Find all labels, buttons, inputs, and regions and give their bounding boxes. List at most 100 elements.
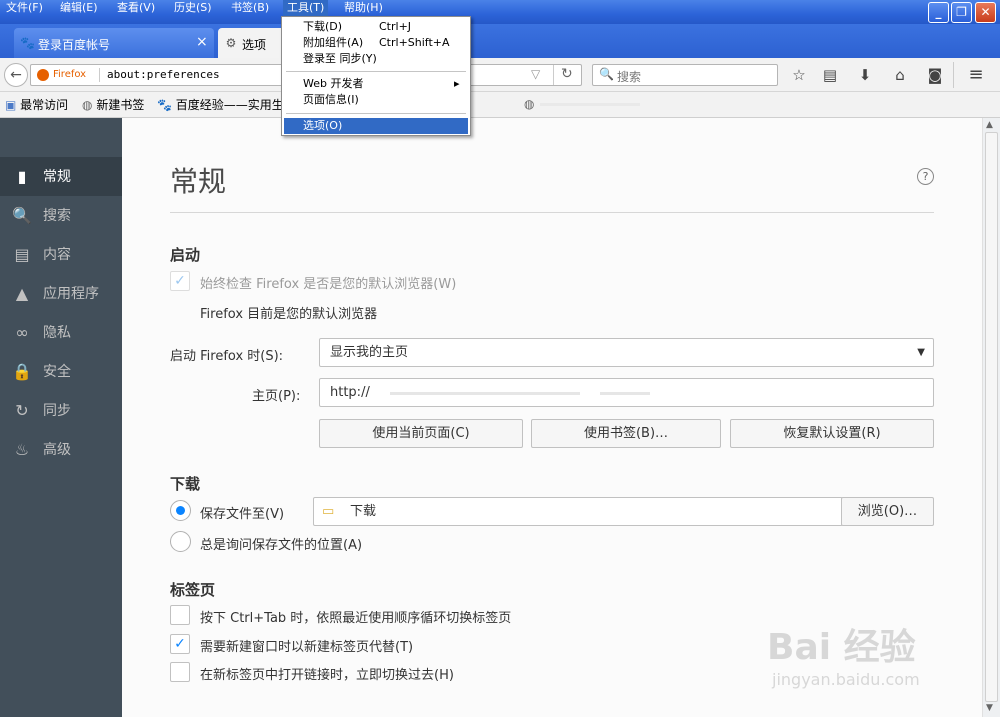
- menuitem-label: 选项(O): [303, 119, 343, 132]
- category-privacy[interactable]: ∞ 隐私: [0, 313, 122, 352]
- category-general[interactable]: ▮ 常规: [0, 157, 122, 196]
- menu-history[interactable]: 历史(S): [170, 0, 216, 16]
- hamburger-menu-icon[interactable]: ≡: [964, 64, 988, 86]
- bookmark-most-visited[interactable]: ▣ 最常访问: [5, 97, 68, 113]
- menu-view[interactable]: 查看(V): [113, 0, 159, 16]
- reading-list-icon[interactable]: ▤: [818, 64, 842, 86]
- homepage-label: 主页(P):: [252, 389, 301, 404]
- magnifier-icon: 🔍: [599, 67, 614, 81]
- menuitem-page-info[interactable]: 页面信息(I): [284, 92, 468, 108]
- menu-bookmarks[interactable]: 书签(B): [227, 0, 273, 16]
- tab-title: 登录百度帐号: [38, 38, 111, 52]
- bookmark-baidu-jingyan[interactable]: 🐾 百度经验——实用生: [157, 97, 284, 113]
- bookmark-label: 新建书签: [96, 98, 145, 112]
- dropdown-arrow-icon[interactable]: ▽: [531, 67, 540, 81]
- menu-file[interactable]: 文件(F): [2, 0, 47, 16]
- menu-help[interactable]: 帮助(H): [340, 0, 387, 16]
- advanced-icon: ♨: [14, 440, 30, 459]
- download-folder-field[interactable]: ▭ 下载: [313, 497, 843, 526]
- category-advanced[interactable]: ♨ 高级: [0, 430, 122, 469]
- search-icon: 🔍: [12, 206, 32, 225]
- menuitem-label: 登录至 同步(Y): [303, 52, 377, 65]
- download-arrow-icon[interactable]: ⬇: [853, 64, 877, 86]
- search-bar[interactable]: 🔍 搜索: [592, 64, 778, 86]
- baidu-paw-icon: 🐾: [20, 36, 35, 50]
- use-bookmark-button[interactable]: 使用书签(B)…: [531, 419, 721, 448]
- category-label: 高级: [43, 442, 71, 458]
- privacy-mask-icon: ∞: [15, 323, 29, 342]
- category-applications[interactable]: ▲ 应用程序: [0, 274, 122, 313]
- vertical-scrollbar[interactable]: ▲ ▼: [982, 118, 1000, 717]
- help-icon[interactable]: ?: [917, 168, 934, 185]
- chevron-down-icon: ▼: [917, 347, 925, 358]
- restore-button[interactable]: ❐: [951, 2, 972, 23]
- section-heading-downloads: 下载: [170, 475, 201, 493]
- section-heading-startup: 启动: [170, 246, 201, 264]
- close-window-button[interactable]: ✕: [975, 2, 996, 23]
- bookmark-new[interactable]: ◍ 新建书签: [82, 97, 144, 113]
- bookmark-label: 最常访问: [20, 98, 69, 112]
- category-label: 安全: [43, 364, 71, 380]
- category-search[interactable]: 🔍 搜索: [0, 196, 122, 235]
- download-folder-value: 下载: [350, 504, 377, 519]
- title-divider: [170, 212, 934, 213]
- category-label: 隐私: [43, 325, 71, 341]
- startup-select[interactable]: 显示我的主页 ▼: [319, 338, 934, 367]
- tab-baidu-login[interactable]: 🐾 登录百度帐号 ×: [14, 28, 214, 58]
- menuitem-shortcut: Ctrl+J: [379, 20, 412, 33]
- menuitem-sync[interactable]: 登录至 同步(Y): [284, 51, 468, 67]
- homepage-input[interactable]: http://: [319, 378, 934, 407]
- url-text[interactable]: about:preferences: [107, 68, 220, 81]
- gear-icon: ⚙: [225, 36, 237, 50]
- pocket-icon[interactable]: ◙: [923, 64, 947, 86]
- menuitem-options[interactable]: 选项(O): [284, 118, 468, 134]
- menuitem-addons[interactable]: 附加组件(A) Ctrl+Shift+A: [284, 35, 468, 51]
- blurred-url-part: [390, 392, 580, 395]
- menuitem-label: 页面信息(I): [303, 93, 359, 106]
- minimize-button[interactable]: _: [928, 2, 949, 23]
- baidu-paw-icon: 🐾: [157, 98, 172, 112]
- star-icon[interactable]: ☆: [787, 64, 811, 86]
- ctrl-tab-checkbox[interactable]: [170, 605, 190, 625]
- menuitem-downloads[interactable]: 下载(D) Ctrl+J: [284, 19, 468, 35]
- back-button[interactable]: ←: [4, 63, 28, 87]
- bookmarks-toolbar: ▣ 最常访问 ◍ 新建书签 🐾 百度经验——实用生 ◍: [0, 92, 1000, 118]
- scrollbar-thumb[interactable]: [985, 132, 998, 702]
- lock-icon: 🔒: [12, 362, 32, 381]
- default-browser-checkbox[interactable]: ✓: [170, 271, 190, 291]
- menu-tools[interactable]: 工具(T): [283, 0, 329, 16]
- category-content[interactable]: ▤ 内容: [0, 235, 122, 274]
- always-ask-radio[interactable]: [170, 531, 191, 552]
- window-menubar: 文件(F) 编辑(E) 查看(V) 历史(S) 书签(B) 工具(T) 帮助(H…: [0, 0, 1000, 24]
- tab-title: 选项: [242, 38, 267, 52]
- save-to-radio[interactable]: [170, 500, 191, 521]
- category-security[interactable]: 🔒 安全: [0, 352, 122, 391]
- preferences-content: 常规 ? 启动 ✓ 始终检查 Firefox 是否是您的默认浏览器(W) Fir…: [122, 118, 982, 717]
- globe-icon[interactable]: ◍: [524, 97, 534, 111]
- category-sync[interactable]: ↻ 同步: [0, 391, 122, 430]
- identity-divider: [99, 68, 100, 82]
- use-current-page-button[interactable]: 使用当前页面(C): [319, 419, 523, 448]
- scroll-up-icon[interactable]: ▲: [986, 120, 993, 130]
- open-new-windows-checkbox[interactable]: ✓: [170, 634, 190, 654]
- reload-icon[interactable]: ↻: [561, 66, 573, 82]
- category-label: 应用程序: [43, 286, 99, 302]
- applications-icon: ▲: [15, 284, 29, 303]
- switch-to-tab-checkbox[interactable]: [170, 662, 190, 682]
- browse-button[interactable]: 浏览(O)…: [841, 497, 934, 526]
- navigation-toolbar: ← Firefox about:preferences ▽ ↻ 🔍 搜索 ☆ ▤…: [0, 58, 1000, 92]
- menu-edit[interactable]: 编辑(E): [56, 0, 102, 16]
- tab-close-icon[interactable]: ×: [196, 34, 208, 50]
- category-label: 搜索: [43, 208, 71, 224]
- home-icon[interactable]: ⌂: [888, 64, 912, 86]
- menuitem-label: Web 开发者: [303, 77, 364, 90]
- restore-default-button[interactable]: 恢复默认设置(R): [730, 419, 934, 448]
- url-divider: [553, 65, 554, 85]
- firefox-icon: [37, 69, 49, 81]
- scroll-down-icon[interactable]: ▼: [986, 703, 993, 713]
- menuitem-web-developer[interactable]: Web 开发者 ▸: [284, 76, 468, 92]
- baidu-watermark-url: jingyan.baidu.com: [772, 670, 920, 689]
- blurred-url-part: [600, 392, 650, 395]
- submenu-arrow-icon: ▸: [454, 77, 460, 90]
- content-icon: ▤: [14, 245, 30, 264]
